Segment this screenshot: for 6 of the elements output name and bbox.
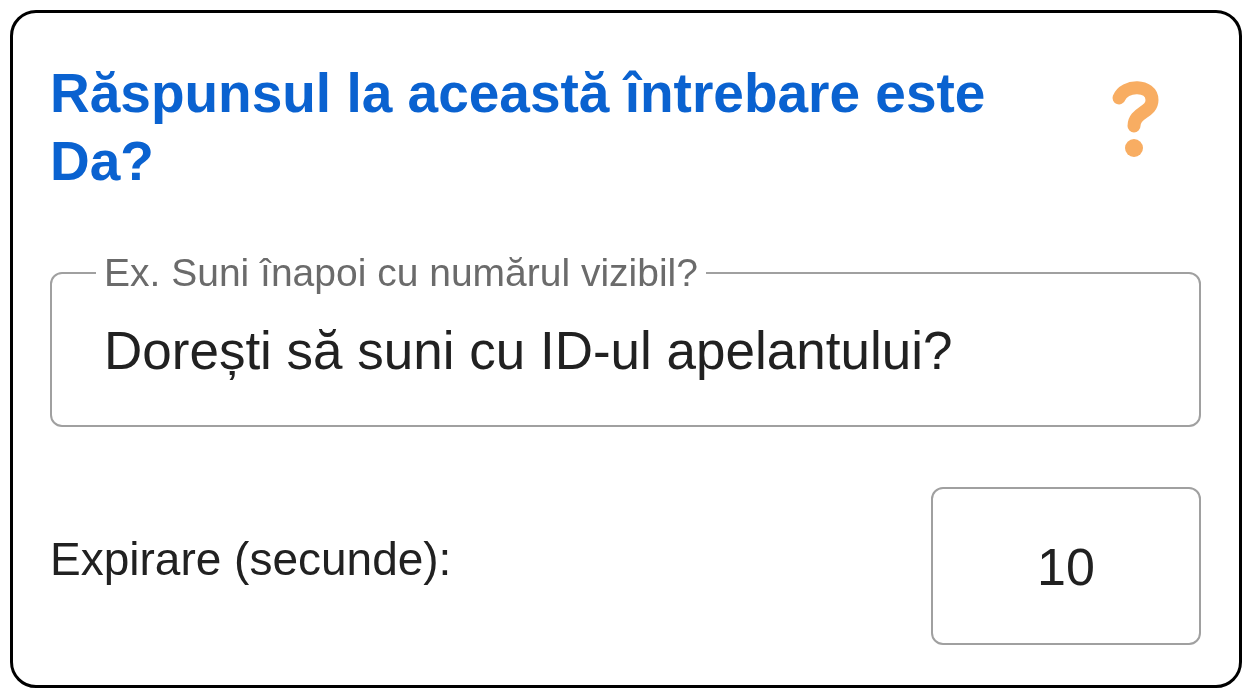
field-value: Dorești să suni cu ID-ul apelantului? <box>103 321 954 381</box>
dialog-title: Răspunsul la această întrebare este Da? <box>50 61 987 194</box>
timeout-label: Expirare (secunde): <box>50 532 452 586</box>
timeout-field[interactable]: 10 <box>931 487 1201 645</box>
question-mark-icon <box>1110 80 1160 158</box>
field-label: Ex. Suni înapoi cu numărul vizibil? <box>103 250 699 296</box>
